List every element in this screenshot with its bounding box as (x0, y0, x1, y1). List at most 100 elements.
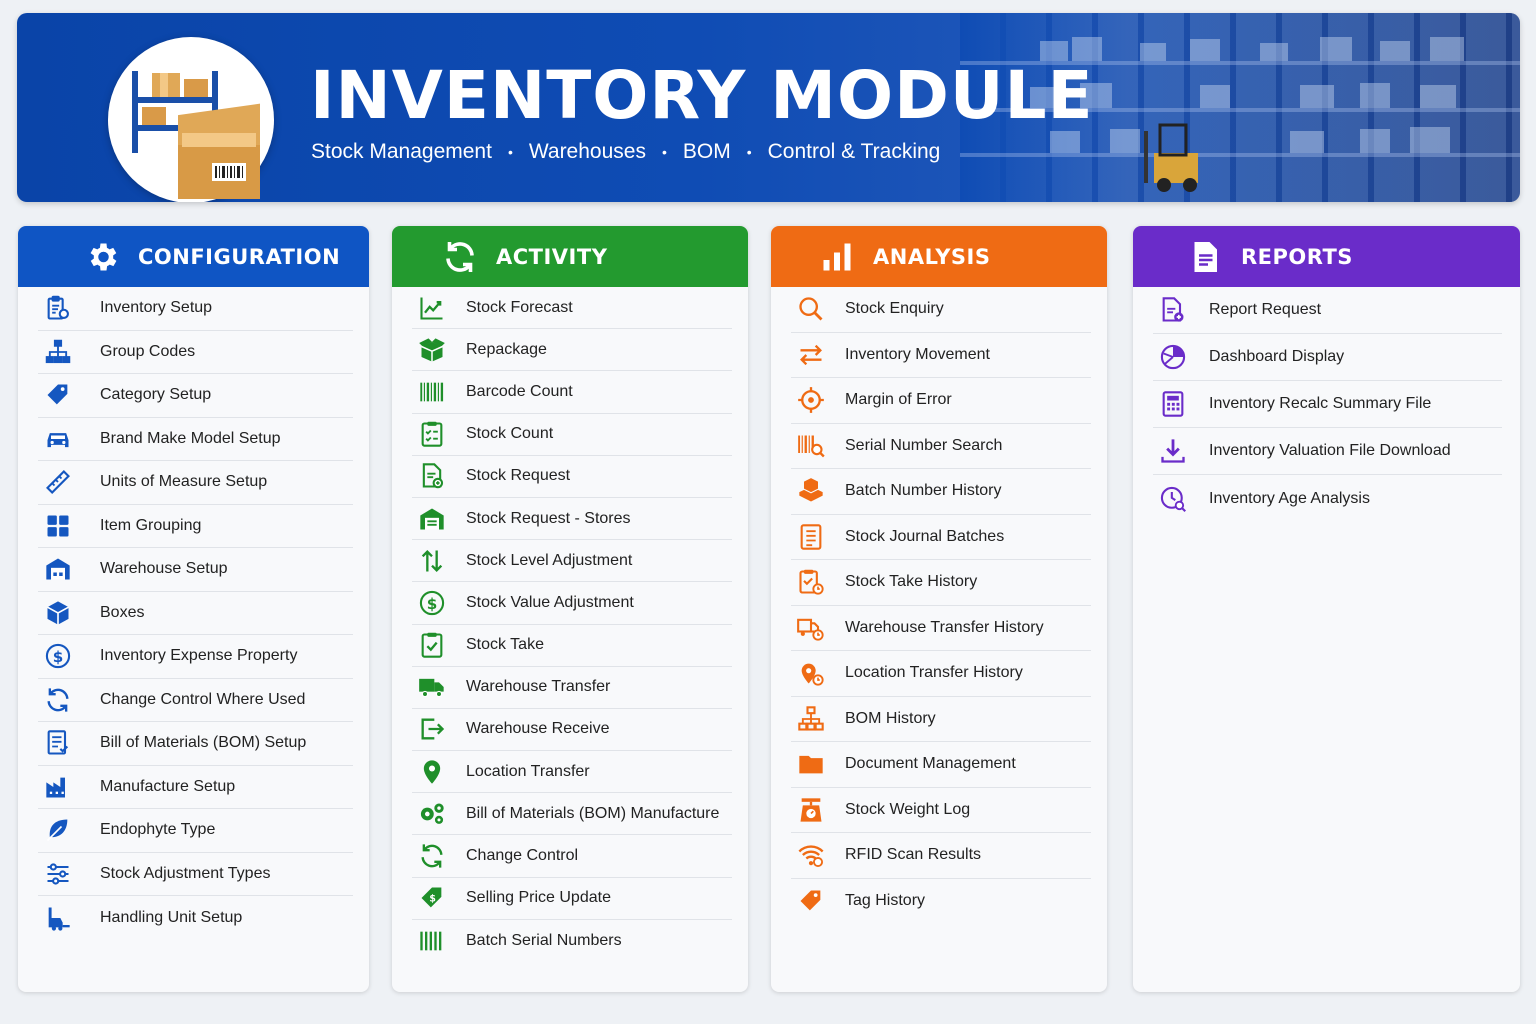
menu-item-location-transfer-history[interactable]: Location Transfer History (791, 651, 1091, 697)
menu-item-stock-adjustment-types[interactable]: Stock Adjustment Types (38, 853, 353, 896)
menu-item-group-codes[interactable]: Group Codes (38, 331, 353, 374)
crosshair-icon (791, 380, 831, 420)
menu-item-margin-of-error[interactable]: Margin of Error (791, 378, 1091, 424)
menu-item-stock-take[interactable]: Stock Take (412, 625, 732, 667)
truck-icon (412, 667, 452, 707)
menu-item-inventory-valuation-file-download[interactable]: Inventory Valuation File Download (1153, 428, 1502, 475)
menu-item-location-transfer[interactable]: Location Transfer (412, 751, 732, 794)
menu-item-selling-price-update[interactable]: $ Selling Price Update (412, 878, 732, 920)
menu-item-warehouse-transfer[interactable]: Warehouse Transfer (412, 667, 732, 709)
calculator-icon (1153, 384, 1193, 424)
menu-item-tag-history[interactable]: Tag History (791, 879, 1091, 925)
menu-item-inventory-expense-property[interactable]: $ Inventory Expense Property (38, 635, 353, 679)
menu-item-manufacture-setup[interactable]: Manufacture Setup (38, 766, 353, 809)
tag-icon (38, 375, 78, 415)
menu-item-barcode-count[interactable]: Barcode Count (412, 371, 732, 414)
menu-item-brand-make-model-setup[interactable]: Brand Make Model Setup (38, 418, 353, 461)
menu-item-inventory-recalc-summary-file[interactable]: Inventory Recalc Summary File (1153, 381, 1502, 428)
box-icon (38, 593, 78, 633)
menu-item-stock-forecast[interactable]: Stock Forecast (412, 287, 732, 330)
page-title: INVENTORY MODULE (310, 57, 1094, 134)
menu-item-stock-value-adjustment[interactable]: $ Stock Value Adjustment (412, 582, 732, 625)
sliders-icon (38, 854, 78, 894)
menu-item-boxes[interactable]: Boxes (38, 592, 353, 635)
separator-dot: • (746, 144, 752, 160)
menu-item-warehouse-transfer-history[interactable]: Warehouse Transfer History (791, 606, 1091, 651)
open-box-icon (412, 330, 452, 370)
menu-item-stock-journal-batches[interactable]: Stock Journal Batches (791, 515, 1091, 560)
menu-item-document-management[interactable]: Document Management (791, 742, 1091, 788)
menu-item-warehouse-setup[interactable]: Warehouse Setup (38, 548, 353, 592)
menu-item-inventory-movement[interactable]: Inventory Movement (791, 333, 1091, 378)
subtitle-item: Stock Management (311, 140, 492, 163)
search-icon (791, 289, 831, 329)
menu-item-inventory-setup[interactable]: Inventory Setup (38, 287, 353, 331)
subtitle-item: Control & Tracking (767, 140, 941, 163)
menu-item-stock-level-adjustment[interactable]: Stock Level Adjustment (412, 540, 732, 583)
menu-item-repackage[interactable]: Repackage (412, 329, 732, 372)
menu-item-item-grouping[interactable]: Item Grouping (38, 505, 353, 548)
menu-item-serial-number-search[interactable]: Serial Number Search (791, 424, 1091, 469)
menu-item-stock-enquiry[interactable]: Stock Enquiry (791, 287, 1091, 333)
sync-icon (440, 237, 480, 277)
car-icon (38, 419, 78, 459)
trend-chart-icon (412, 288, 452, 328)
dollar-circle-icon: $ (38, 636, 78, 676)
menu-item-bom-history[interactable]: BOM History (791, 697, 1091, 742)
reports-panel: REPORTS Report Request Dashboard Display… (1133, 226, 1520, 992)
clipboard-clock-icon (791, 562, 831, 602)
header-banner: INVENTORY MODULE Stock Management • Ware… (17, 13, 1520, 202)
checklist-icon (412, 414, 452, 454)
activity-panel: ACTIVITY Stock Forecast Repackage Barcod… (392, 226, 748, 992)
menu-item-warehouse-receive[interactable]: Warehouse Receive (412, 709, 732, 752)
menu-item-batch-serial-numbers[interactable]: Batch Serial Numbers (412, 920, 732, 962)
clipboard-check-icon (412, 625, 452, 665)
menu-item-endophyte-type[interactable]: Endophyte Type (38, 809, 353, 853)
menu-item-handling-unit-setup[interactable]: Handling Unit Setup (38, 896, 353, 940)
menu-item-inventory-age-analysis[interactable]: Inventory Age Analysis (1153, 475, 1502, 522)
subtitle-item: BOM (682, 140, 731, 163)
refresh-icon (412, 836, 452, 876)
reports-header: REPORTS (1133, 226, 1520, 287)
menu-item-bom-manufacture[interactable]: Bill of Materials (BOM) Manufacture (412, 793, 732, 836)
document-icon (1185, 237, 1225, 277)
hierarchy-icon (791, 699, 831, 739)
download-icon (1153, 431, 1193, 471)
menu-item-change-control-where-used[interactable]: Change Control Where Used (38, 679, 353, 722)
menu-item-stock-take-history[interactable]: Stock Take History (791, 560, 1091, 606)
clock-search-icon (1153, 479, 1193, 519)
configuration-panel: CONFIGURATION Inventory Setup Group Code… (18, 226, 369, 992)
analysis-title: ANALYSIS (873, 244, 991, 269)
warehouse-icon (38, 549, 78, 589)
svg-text:$: $ (53, 648, 64, 666)
menu-item-units-of-measure-setup[interactable]: Units of Measure Setup (38, 461, 353, 505)
separator-dot: • (507, 144, 513, 160)
map-pin-icon (412, 752, 452, 792)
ruler-icon (38, 462, 78, 502)
gears-icon (412, 794, 452, 834)
folder-icon (791, 744, 831, 784)
activity-header: ACTIVITY (392, 226, 748, 287)
menu-item-batch-number-history[interactable]: Batch Number History (791, 469, 1091, 515)
forklift-icon (38, 898, 78, 938)
truck-clock-icon (791, 608, 831, 648)
analysis-panel: ANALYSIS Stock Enquiry Inventory Movemen… (771, 226, 1107, 992)
menu-item-change-control[interactable]: Change Control (412, 835, 732, 878)
menu-item-category-setup[interactable]: Category Setup (38, 374, 353, 418)
store-icon (412, 499, 452, 539)
menu-item-report-request[interactable]: Report Request (1153, 287, 1502, 334)
menu-item-stock-request-stores[interactable]: Stock Request - Stores (412, 498, 732, 541)
menu-item-stock-weight-log[interactable]: Stock Weight Log (791, 788, 1091, 833)
menu-item-dashboard-display[interactable]: Dashboard Display (1153, 334, 1502, 381)
menu-item-rfid-scan-results[interactable]: RFID Scan Results (791, 833, 1091, 879)
barcode-icon (412, 372, 452, 412)
up-down-arrows-icon (412, 541, 452, 581)
price-tag-icon: $ (412, 878, 452, 918)
menu-item-stock-count[interactable]: Stock Count (412, 414, 732, 456)
bar-chart-icon (817, 237, 857, 277)
svg-text:$: $ (427, 595, 438, 613)
swap-arrows-icon (791, 335, 831, 375)
gear-icon (82, 237, 122, 277)
menu-item-stock-request[interactable]: Stock Request (412, 456, 732, 498)
menu-item-bom-setup[interactable]: Bill of Materials (BOM) Setup (38, 722, 353, 766)
